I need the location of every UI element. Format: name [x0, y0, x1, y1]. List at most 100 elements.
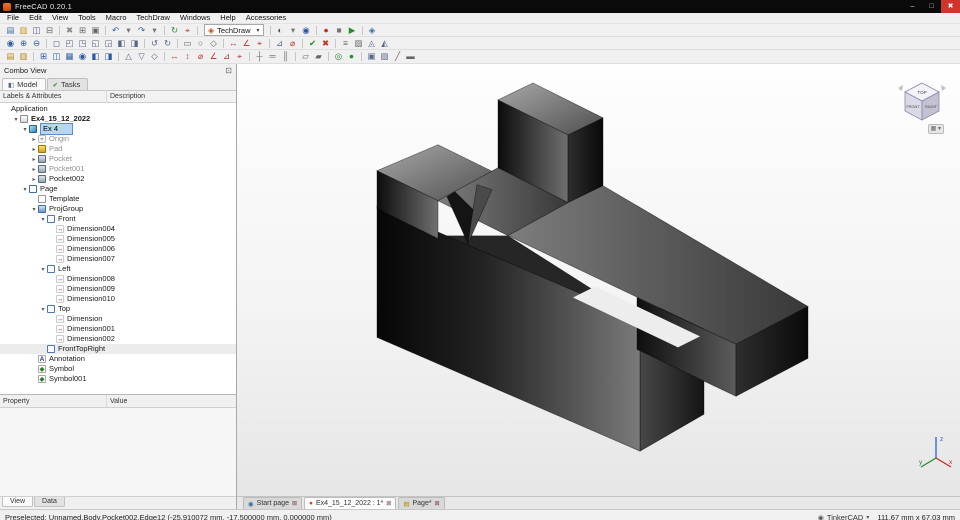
rich-annotation-icon[interactable]: ▬	[404, 51, 417, 62]
tree-open-arrow-icon[interactable]: ▾	[39, 216, 47, 223]
toggle-visibility-icon[interactable]: ◬	[365, 38, 378, 49]
tree-item-dimension004[interactable]: ↔ Dimension004	[0, 224, 236, 234]
navcube-menu-widget[interactable]: ▦ ▾	[927, 124, 944, 134]
tree-open-arrow-icon[interactable]: ▾	[21, 126, 29, 133]
new-page-default-icon[interactable]: ▤	[4, 51, 17, 62]
tree-item-left[interactable]: ▾ Left	[0, 264, 236, 274]
close-tab-icon[interactable]: ⊠	[386, 500, 391, 507]
zoom-in-icon[interactable]: ⊕	[17, 38, 30, 49]
menu-techdraw[interactable]: TechDraw	[132, 13, 175, 23]
tree-item-pocket002[interactable]: ▸ Pocket002	[0, 174, 236, 184]
menu-help[interactable]: Help	[215, 13, 240, 23]
tree-item-pocket001[interactable]: ▸ Pocket001	[0, 164, 236, 174]
tree-item-origin[interactable]: ▸ ⌖ Origin	[0, 134, 236, 144]
new-page-template-icon[interactable]: ▥	[17, 51, 30, 62]
export-page-dxf-icon[interactable]: ●	[345, 51, 358, 62]
3d-model[interactable]	[237, 64, 960, 496]
tree-item-projgroup[interactable]: ▾ ProjGroup	[0, 204, 236, 214]
refresh-icon[interactable]: ↻	[168, 25, 181, 36]
tree-item-pocket[interactable]: ▸ Pocket	[0, 154, 236, 164]
tree-item-dimension001[interactable]: ↔ Dimension001	[0, 324, 236, 334]
tree-item-dimension[interactable]: ↔ Dimension	[0, 314, 236, 324]
hatch-region-icon[interactable]: ▱	[299, 51, 312, 62]
reject-icon[interactable]: ✖	[319, 38, 332, 49]
tree-item-top[interactable]: ▾ Top	[0, 304, 236, 314]
insert-image-icon[interactable]: ◇	[148, 51, 161, 62]
insert-view-icon[interactable]: ⊞	[37, 51, 50, 62]
horizontal-centerline-icon[interactable]: ═	[266, 51, 279, 62]
float-panel-icon[interactable]: ⊡	[225, 66, 232, 75]
cut-icon[interactable]: ✖	[63, 25, 76, 36]
redo-icon[interactable]: ↷	[135, 25, 148, 36]
fit-all-icon[interactable]: ◉	[4, 38, 17, 49]
vertical-centerline-icon[interactable]: ║	[279, 51, 292, 62]
appearance-icon[interactable]: ▨	[352, 38, 365, 49]
selection-back-icon[interactable]: ⌖	[181, 25, 194, 36]
paste-icon[interactable]: ▣	[89, 25, 102, 36]
tree-item-dimension005[interactable]: ↔ Dimension005	[0, 234, 236, 244]
view-bottom-icon[interactable]: ◲	[102, 38, 115, 49]
view-axonometric-icon[interactable]: ◨	[128, 38, 141, 49]
menu-tools[interactable]: Tools	[73, 13, 101, 23]
tree-item-application[interactable]: Application	[0, 104, 236, 114]
navigation-cube[interactable]: TOP FRONT RIGHT	[896, 74, 948, 130]
tree-open-arrow-icon[interactable]: ▾	[21, 186, 29, 193]
tree-open-arrow-icon[interactable]: ▾	[12, 116, 20, 123]
tree-item-annotation[interactable]: A Annotation	[0, 354, 236, 364]
dimension-diameter-icon[interactable]: ⌀	[194, 51, 207, 62]
insert-detail-view-icon[interactable]: ◉	[76, 51, 89, 62]
tree-sync-icon[interactable]: ≡	[339, 38, 352, 49]
open-document-icon[interactable]: ▥	[17, 25, 30, 36]
points-style-icon[interactable]: ○	[194, 38, 207, 49]
dimension-radius-icon[interactable]: ⊿	[220, 51, 233, 62]
doc-tab-start-page[interactable]: ◉ Start page ⊠	[243, 497, 303, 509]
tree-item-dimension009[interactable]: ↔ Dimension009	[0, 284, 236, 294]
doc-tab-ex4-15-12-2022-1[interactable]: ● Ex4_15_12_2022 : 1* ⊠	[304, 497, 397, 509]
tree-open-arrow-icon[interactable]: ▾	[30, 206, 38, 213]
view-front-icon[interactable]: ◻	[50, 38, 63, 49]
whats-this-icon[interactable]: ◈	[366, 25, 379, 36]
tree-item-ex-4[interactable]: ▾ Ex 4	[0, 123, 236, 135]
menu-file[interactable]: File	[2, 13, 24, 23]
doc-tab-page[interactable]: ▤ Page* ⊠	[398, 497, 445, 509]
tab-data[interactable]: Data	[34, 497, 65, 507]
view-right-icon[interactable]: ◳	[76, 38, 89, 49]
draw-style-icon[interactable]: ◐	[274, 25, 287, 36]
menu-macro[interactable]: Macro	[101, 13, 132, 23]
navcube-rotate-arrow-left[interactable]	[898, 85, 903, 91]
tree-closed-arrow-icon[interactable]: ▸	[30, 146, 38, 153]
undo-icon[interactable]: ↶	[109, 25, 122, 36]
view-left-icon[interactable]: ◧	[115, 38, 128, 49]
balloon-icon[interactable]: ⌖	[233, 51, 246, 62]
geometric-hatch-icon[interactable]: ▰	[312, 51, 325, 62]
save-icon[interactable]: ◫	[30, 25, 43, 36]
navcube-rotate-arrow-right[interactable]	[941, 85, 946, 91]
macro-record-icon[interactable]: ●	[320, 25, 333, 36]
draw-style-menu-icon[interactable]: ▾	[287, 25, 300, 36]
measure-distance-icon[interactable]: ↔	[227, 38, 240, 49]
close-tab-icon[interactable]: ⊠	[435, 500, 440, 507]
measure-angle-icon[interactable]: ∠	[240, 38, 253, 49]
tree-item-dimension008[interactable]: ↔ Dimension008	[0, 274, 236, 284]
menu-accessories[interactable]: Accessories	[241, 13, 291, 23]
insert-annotation-icon[interactable]: △	[122, 51, 135, 62]
clip-plane-icon[interactable]: ⊿	[273, 38, 286, 49]
copy-icon[interactable]: ⊞	[76, 25, 89, 36]
property-editor[interactable]	[0, 408, 236, 497]
tree-item-dimension006[interactable]: ↔ Dimension006	[0, 244, 236, 254]
tab-model[interactable]: ◧ Model	[2, 78, 46, 90]
wireframe-style-icon[interactable]: ▭	[181, 38, 194, 49]
accept-icon[interactable]: ✔	[306, 38, 319, 49]
tree-item-symbol001[interactable]: ◆ Symbol001	[0, 374, 236, 384]
rotate-left-icon[interactable]: ↺	[148, 38, 161, 49]
tree-open-arrow-icon[interactable]: ▾	[39, 266, 47, 273]
undo-menu-icon[interactable]: ▾	[122, 25, 135, 36]
redo-menu-icon[interactable]: ▾	[148, 25, 161, 36]
menu-windows[interactable]: Windows	[175, 13, 215, 23]
insert-draft-view-icon[interactable]: ◨	[102, 51, 115, 62]
tree-item-front[interactable]: ▾ Front	[0, 214, 236, 224]
insert-section-view-icon[interactable]: ◧	[89, 51, 102, 62]
tree-item-fronttopright[interactable]: FrontTopRight	[0, 344, 236, 354]
measure-center-icon[interactable]: ⌖	[253, 38, 266, 49]
menu-edit[interactable]: Edit	[24, 13, 47, 23]
